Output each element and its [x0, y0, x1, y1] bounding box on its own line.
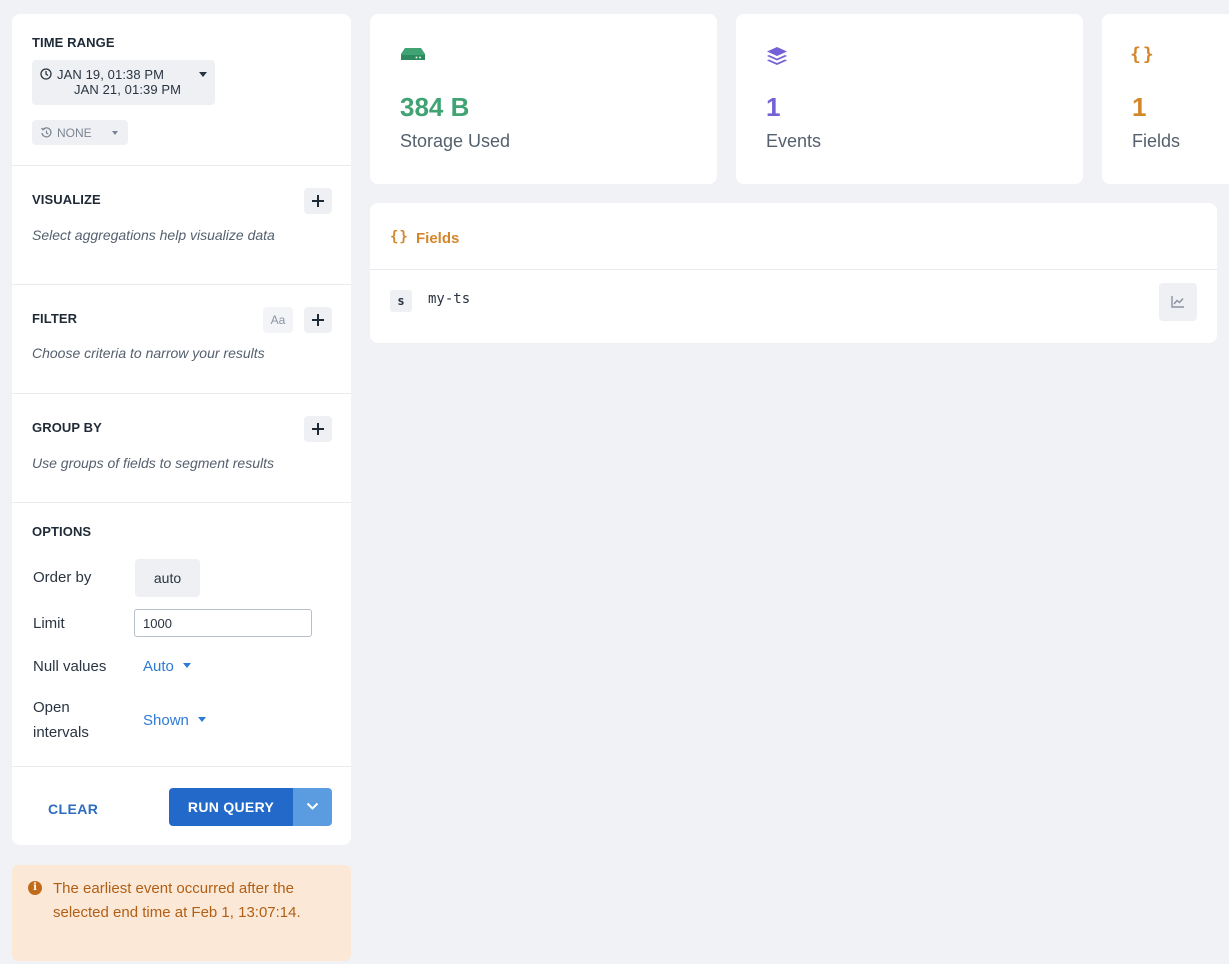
compare-dropdown[interactable]: NONE	[32, 120, 128, 145]
visualize-section: VISUALIZE Select aggregations help visua…	[12, 166, 351, 285]
events-value: 1	[766, 92, 781, 122]
field-type-badge: s	[390, 290, 412, 312]
field-chart-button[interactable]	[1159, 283, 1197, 321]
storage-used-value: 384 B	[400, 92, 470, 122]
group-by-description: Use groups of fields to segment results	[32, 455, 275, 471]
time-range-end: JAN 21, 01:39 PM	[74, 82, 182, 97]
time-range-start: JAN 19, 01:38 PM	[57, 67, 165, 82]
layers-icon	[767, 47, 787, 65]
group-by-title: GROUP BY	[32, 420, 102, 435]
run-query-options-button[interactable]	[293, 788, 332, 826]
query-builder-panel: TIME RANGE JAN 19, 01:38 PM JAN 21, 01:3…	[12, 14, 351, 845]
run-query-button[interactable]: RUN QUERY	[169, 788, 293, 826]
events-label: Events	[766, 131, 822, 151]
warning-text: The earliest event occurred after the se…	[53, 880, 301, 921]
fields-value: 1	[1132, 92, 1147, 122]
storage-used-label: Storage Used	[400, 131, 511, 151]
limit-input[interactable]	[134, 609, 312, 637]
plus-icon	[312, 423, 324, 435]
time-range-picker[interactable]: JAN 19, 01:38 PM JAN 21, 01:39 PM	[32, 60, 215, 105]
fields-header: {} Fields	[370, 203, 1217, 270]
null-values-dropdown[interactable]: Auto	[143, 658, 192, 675]
chevron-down-icon	[198, 717, 207, 722]
storage-used-card: 384 B Storage Used	[370, 14, 717, 184]
time-range-title: TIME RANGE	[32, 35, 115, 50]
open-intervals-label-line2: intervals	[33, 724, 89, 741]
order-by-dropdown[interactable]: auto	[135, 559, 200, 597]
fields-label: Fields	[1132, 131, 1181, 151]
compare-value: NONE	[57, 126, 92, 140]
visualize-title: VISUALIZE	[32, 192, 101, 207]
chevron-down-icon	[199, 72, 207, 77]
null-values-label: Null values	[33, 658, 107, 675]
events-card: 1 Events	[736, 14, 1083, 184]
fields-title: Fields	[416, 230, 460, 247]
add-visualize-button[interactable]	[304, 188, 332, 214]
plus-icon	[312, 195, 324, 207]
fields-card: {} 1 Fields	[1102, 14, 1229, 184]
add-group-by-button[interactable]	[304, 416, 332, 442]
clock-icon	[40, 68, 52, 80]
filter-section: FILTER Aa Choose criteria to narrow your…	[12, 285, 351, 394]
line-chart-icon	[1171, 296, 1184, 308]
order-by-label: Order by	[33, 569, 92, 586]
filter-title: FILTER	[32, 311, 78, 326]
time-range-section: TIME RANGE JAN 19, 01:38 PM JAN 21, 01:3…	[12, 14, 351, 166]
visualize-description: Select aggregations help visualize data	[32, 227, 275, 243]
fields-panel: {} Fields s my-ts	[370, 203, 1217, 343]
open-intervals-label-line1: Open	[33, 699, 70, 716]
open-intervals-value: Shown	[143, 712, 189, 729]
case-sensitivity-toggle[interactable]: Aa	[263, 307, 293, 333]
chevron-down-icon	[112, 131, 118, 135]
chevron-down-icon	[306, 802, 319, 810]
chevron-down-icon	[183, 663, 192, 668]
plus-icon	[312, 314, 324, 326]
warning-notice: i The earliest event occurred after the …	[12, 865, 351, 961]
hard-drive-icon	[401, 48, 425, 60]
options-title: OPTIONS	[32, 524, 92, 539]
filter-description: Choose criteria to narrow your results	[32, 345, 265, 361]
clear-button[interactable]: CLEAR	[48, 801, 98, 817]
add-filter-button[interactable]	[304, 307, 332, 333]
info-icon: i	[28, 881, 42, 895]
history-icon	[41, 127, 52, 138]
limit-label: Limit	[33, 615, 65, 632]
null-values-value: Auto	[143, 658, 174, 675]
field-name: my-ts	[428, 291, 471, 307]
braces-icon: {}	[390, 229, 409, 245]
braces-icon: {}	[1130, 44, 1156, 65]
group-by-section: GROUP BY Use groups of fields to segment…	[12, 394, 351, 503]
open-intervals-dropdown[interactable]: Shown	[143, 712, 207, 729]
